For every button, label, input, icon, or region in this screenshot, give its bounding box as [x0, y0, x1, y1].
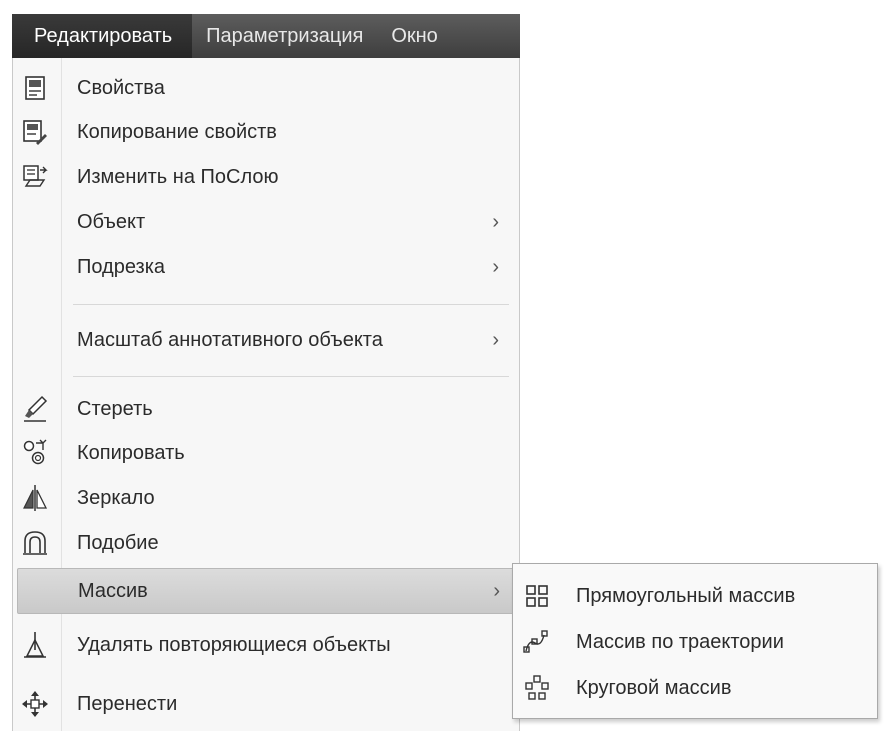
menu-item-mirror[interactable]: Зеркало: [13, 475, 519, 521]
menu-item-label: Удалять повторяющиеся объекты: [77, 633, 391, 656]
properties-icon: [19, 72, 51, 104]
menu-item-label: Перенести: [77, 692, 178, 715]
menu-item-label: Изменить на ПоСлою: [77, 165, 279, 188]
chevron-right-icon: ›: [492, 255, 499, 278]
submenu-item-path-array[interactable]: Массив по траектории: [513, 620, 877, 664]
erase-icon: [19, 393, 51, 425]
array-submenu: Прямоугольный массив Массив по траектори…: [512, 563, 878, 719]
chevron-right-icon: ›: [492, 210, 499, 233]
menu-item-offset[interactable]: Подобие: [13, 520, 519, 566]
menu-item-move[interactable]: Перенести: [13, 681, 519, 727]
menu-item-match-properties[interactable]: Копирование свойств: [13, 109, 519, 155]
menu-item-copy[interactable]: Копировать: [13, 430, 519, 476]
menu-item-label: Объект: [77, 210, 146, 233]
menu-item-object[interactable]: Объект ›: [13, 199, 519, 245]
chevron-right-icon: ›: [493, 579, 500, 602]
submenu-item-rectangular-array[interactable]: Прямоугольный массив: [513, 574, 877, 618]
menu-item-annotative-scale[interactable]: Масштаб аннотативного объекта ›: [13, 317, 519, 363]
menu-parametric[interactable]: Параметризация: [192, 14, 377, 58]
submenu-item-label: Круговой массив: [576, 676, 732, 699]
menu-item-properties[interactable]: Свойства: [13, 65, 519, 111]
menu-window[interactable]: Окно: [377, 14, 451, 58]
menu-item-label: Зеркало: [77, 486, 155, 509]
copy-icon: [19, 437, 51, 469]
chevron-right-icon: ›: [492, 328, 499, 351]
edit-menu-dropdown: Свойства Копирование свойств Изменить на…: [12, 58, 520, 731]
menu-item-label: Копирование свойств: [77, 120, 277, 143]
mirror-icon: [19, 482, 51, 514]
rectangular-array-icon: [521, 580, 553, 612]
menu-item-label: Массив: [78, 579, 148, 602]
menu-separator: [73, 304, 509, 305]
delete-duplicates-icon: [19, 629, 51, 661]
menu-separator: [73, 376, 509, 377]
menu-item-label: Подрезка: [77, 255, 166, 278]
menu-item-label: Свойства: [77, 76, 165, 99]
submenu-item-polar-array[interactable]: Круговой массив: [513, 666, 877, 710]
menu-item-label: Масштаб аннотативного объекта: [77, 328, 383, 351]
menu-bar: Редактировать Параметризация Окно: [12, 14, 520, 58]
move-icon: [19, 688, 51, 720]
offset-icon: [19, 527, 51, 559]
menu-item-clip[interactable]: Подрезка ›: [13, 244, 519, 290]
menu-item-label: Стереть: [77, 397, 153, 420]
menu-item-erase[interactable]: Стереть: [13, 386, 519, 432]
menu-edit[interactable]: Редактировать: [12, 14, 193, 58]
menu-item-delete-duplicates[interactable]: Удалять повторяющиеся объекты: [13, 622, 519, 668]
path-array-icon: [521, 626, 553, 658]
menu-item-label: Копировать: [77, 441, 185, 464]
submenu-item-label: Массив по траектории: [576, 630, 784, 653]
match-properties-icon: [19, 116, 51, 148]
menu-item-label: Подобие: [77, 531, 159, 554]
menu-item-array[interactable]: Массив ›: [17, 568, 515, 614]
polar-array-icon: [521, 672, 553, 704]
submenu-item-label: Прямоугольный массив: [576, 584, 796, 607]
menu-item-change-to-bylayer[interactable]: Изменить на ПоСлою: [13, 154, 519, 200]
change-to-bylayer-icon: [19, 161, 51, 193]
